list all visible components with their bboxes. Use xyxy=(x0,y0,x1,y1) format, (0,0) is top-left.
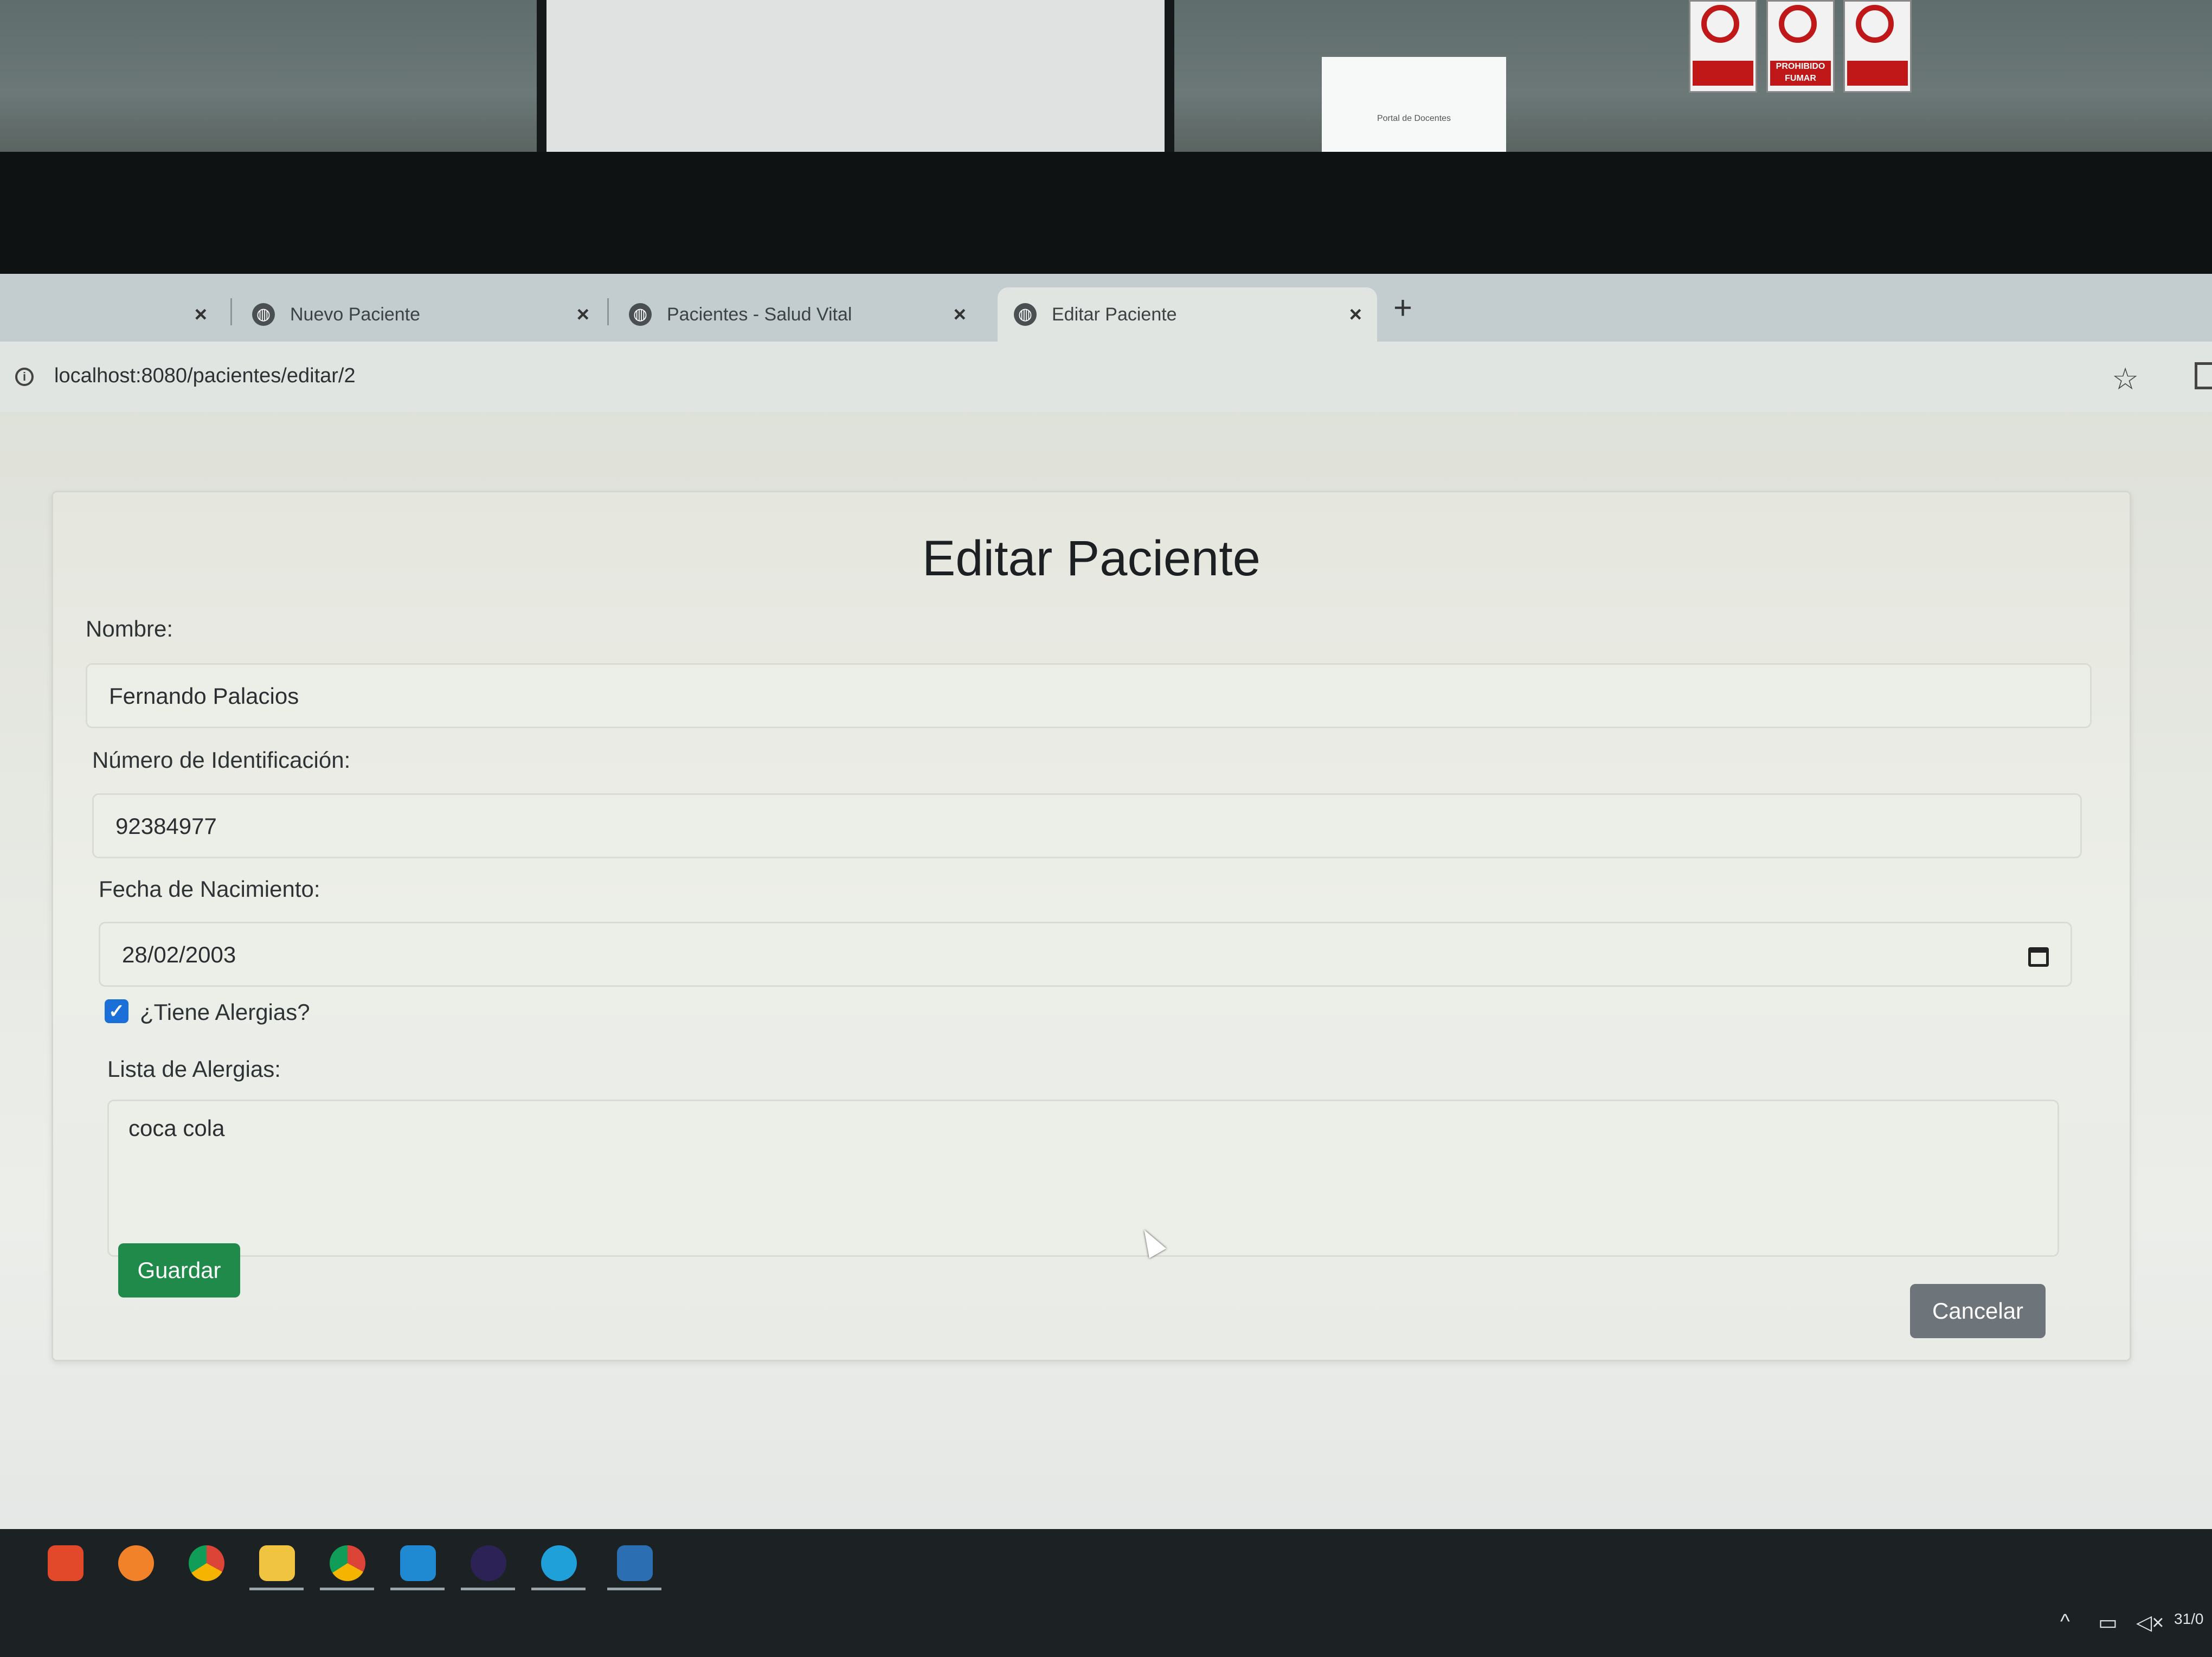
birthdate-input[interactable]: 28/02/2003 xyxy=(99,922,2072,987)
active-indicator xyxy=(461,1588,515,1590)
close-icon[interactable]: × xyxy=(195,303,207,327)
address-bar[interactable]: i localhost:8080/pacientes/editar/2 ☆ xyxy=(0,342,2212,412)
chrome-icon[interactable] xyxy=(189,1545,224,1581)
alergias-checkbox-label[interactable]: ¿Tiene Alergias? xyxy=(140,999,310,1025)
vscode-icon[interactable] xyxy=(400,1545,436,1581)
eclipse-icon[interactable] xyxy=(471,1545,506,1581)
tray-chevron-icon[interactable]: ^ xyxy=(2060,1610,2070,1634)
fecha-value: 28/02/2003 xyxy=(122,942,236,967)
no-smoking-sign: PROHIBIDO FUMAR xyxy=(1766,0,1835,93)
clock-date[interactable]: 31/0 xyxy=(2174,1610,2204,1628)
edge-icon[interactable] xyxy=(541,1545,577,1581)
no-phone-sign xyxy=(1689,0,1757,93)
lista-alergias-value: coca cola xyxy=(128,1115,225,1141)
browser-window: × ◍ Nuevo Paciente × ◍ Pacientes - Salud… xyxy=(0,274,2212,1608)
nombre-value: Fernando Palacios xyxy=(109,683,299,709)
cancel-button[interactable]: Cancelar xyxy=(1910,1284,2046,1338)
alergias-checkbox[interactable]: ✓ xyxy=(105,999,128,1023)
globe-icon: ◍ xyxy=(629,303,652,326)
tab-separator xyxy=(607,298,609,325)
background-dialog-title: Portal de Docentes xyxy=(1377,114,1451,123)
new-tab-button[interactable]: + xyxy=(1393,289,1412,326)
file-explorer-icon[interactable] xyxy=(259,1545,295,1581)
edit-patient-card: Editar Paciente Nombre: Fernando Palacio… xyxy=(52,491,2131,1361)
monitor-bezel xyxy=(0,152,2212,274)
tab-separator xyxy=(230,298,232,325)
tab-bar: × ◍ Nuevo Paciente × ◍ Pacientes - Salud… xyxy=(0,274,2212,342)
active-indicator xyxy=(320,1588,374,1590)
calendar-icon[interactable] xyxy=(2028,947,2049,967)
save-button[interactable]: Guardar xyxy=(118,1243,240,1298)
bookmark-star-icon[interactable]: ☆ xyxy=(2112,361,2139,397)
site-info-icon[interactable]: i xyxy=(15,368,34,386)
close-icon[interactable]: × xyxy=(577,303,589,327)
background-monitor: Portal de Docentes xyxy=(537,0,1506,155)
background-dialog: Portal de Docentes xyxy=(1322,57,1506,155)
firefox-icon[interactable] xyxy=(118,1545,154,1581)
fecha-label: Fecha de Nacimiento: xyxy=(99,876,320,902)
close-icon[interactable]: × xyxy=(954,303,966,327)
tab-partial[interactable]: × xyxy=(0,287,222,342)
globe-icon: ◍ xyxy=(252,303,275,326)
extensions-icon[interactable] xyxy=(2195,362,2212,389)
alergias-textarea[interactable]: coca cola xyxy=(107,1100,2059,1257)
nombre-label: Nombre: xyxy=(86,616,173,641)
no-food-sign xyxy=(1843,0,1912,93)
tab-pacientes-salud-vital[interactable]: ◍ Pacientes - Salud Vital × xyxy=(613,287,981,342)
tab-title: Nuevo Paciente xyxy=(290,304,421,325)
id-value: 92384977 xyxy=(115,813,217,839)
tab-nuevo-paciente[interactable]: ◍ Nuevo Paciente × xyxy=(236,287,605,342)
close-icon[interactable]: × xyxy=(1349,303,1362,327)
taskbar: ^ ▭ ◁× 31/0 xyxy=(0,1529,2212,1657)
active-indicator xyxy=(390,1588,445,1590)
active-indicator xyxy=(607,1588,661,1590)
network-icon[interactable]: ▭ xyxy=(2098,1610,2118,1635)
volume-muted-icon[interactable]: ◁× xyxy=(2136,1610,2164,1635)
tab-title: Editar Paciente xyxy=(1052,304,1177,325)
chrome-icon[interactable] xyxy=(330,1545,365,1581)
lista-alergias-label: Lista de Alergias: xyxy=(107,1056,281,1082)
background-room: Portal de Docentes PROHIBIDO FUMAR xyxy=(0,0,2212,157)
active-indicator xyxy=(531,1588,586,1590)
page-title: Editar Paciente xyxy=(922,531,1261,586)
globe-icon: ◍ xyxy=(1014,303,1037,326)
url-text[interactable]: localhost:8080/pacientes/editar/2 xyxy=(54,364,356,388)
tab-title: Pacientes - Salud Vital xyxy=(667,304,852,325)
brave-icon[interactable] xyxy=(48,1545,83,1581)
identification-input[interactable]: 92384977 xyxy=(92,793,2082,858)
mysql-workbench-icon[interactable] xyxy=(617,1545,653,1581)
tab-editar-paciente[interactable]: ◍ Editar Paciente × xyxy=(998,287,1377,342)
nombre-input[interactable]: Fernando Palacios xyxy=(86,663,2092,728)
active-indicator xyxy=(249,1588,304,1590)
id-label: Número de Identificación: xyxy=(92,747,351,773)
